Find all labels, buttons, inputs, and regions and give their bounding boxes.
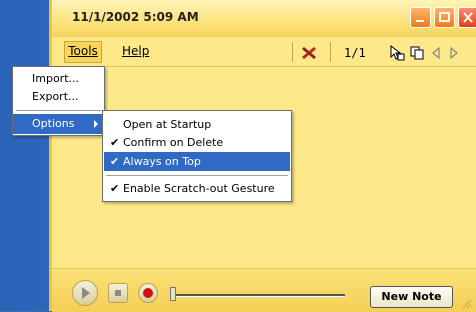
- record-button[interactable]: [138, 283, 158, 303]
- menu-help[interactable]: Help: [122, 44, 149, 58]
- checkmark-icon: ✔: [110, 155, 120, 168]
- menu-item-import[interactable]: Import...: [13, 69, 104, 89]
- option-label: Enable Scratch-out Gesture: [123, 182, 275, 195]
- tools-menu: Import... Export... Options: [12, 66, 105, 136]
- menu-separator: [16, 110, 101, 111]
- toolbar-separator: [330, 42, 331, 62]
- copy-icon[interactable]: [409, 45, 425, 61]
- option-label: Confirm on Delete: [123, 136, 224, 149]
- page-count: 1/1: [344, 46, 366, 60]
- option-enable-scratch-out[interactable]: ✔ Enable Scratch-out Gesture: [104, 179, 290, 198]
- menu-bar: Tools Help 1/1: [52, 37, 476, 67]
- submenu-arrow-icon: [94, 120, 98, 128]
- option-confirm-on-delete[interactable]: ✔ Confirm on Delete: [104, 133, 290, 152]
- next-icon[interactable]: [448, 46, 460, 60]
- stop-icon: [115, 290, 121, 296]
- window-title: 11/1/2002 5:09 AM: [72, 10, 199, 24]
- checkmark-icon: ✔: [110, 136, 120, 149]
- position-slider-track[interactable]: [175, 294, 345, 297]
- option-label: Always on Top: [123, 155, 201, 168]
- delete-icon[interactable]: [300, 45, 318, 61]
- play-icon: [82, 287, 90, 299]
- new-note-button[interactable]: New Note: [370, 286, 453, 308]
- checkmark-icon: ✔: [110, 182, 120, 195]
- minimize-button[interactable]: [410, 7, 431, 28]
- stop-button[interactable]: [108, 283, 128, 303]
- toolbar-separator: [292, 42, 293, 62]
- title-bar: 11/1/2002 5:09 AM: [52, 0, 476, 38]
- resize-grip-icon[interactable]: [462, 299, 472, 309]
- menu-tools[interactable]: Tools: [64, 41, 102, 63]
- record-icon: [143, 288, 153, 298]
- menu-item-export[interactable]: Export...: [13, 87, 104, 107]
- options-submenu: Open at Startup ✔ Confirm on Delete ✔ Al…: [102, 110, 292, 202]
- position-slider-thumb[interactable]: [170, 287, 176, 301]
- prev-icon[interactable]: [430, 46, 442, 60]
- menu-item-options-label: Options: [32, 117, 75, 130]
- playback-bar: New Note: [52, 268, 476, 312]
- option-label: Open at Startup: [123, 118, 212, 131]
- menu-separator: [106, 175, 288, 176]
- menu-item-options[interactable]: Options: [13, 114, 104, 134]
- close-button[interactable]: [458, 7, 476, 28]
- play-button[interactable]: [72, 280, 98, 306]
- option-always-on-top[interactable]: ✔ Always on Top: [104, 152, 290, 171]
- maximize-button[interactable]: [434, 7, 455, 28]
- cursor-copy-icon[interactable]: [388, 45, 406, 61]
- menu-tools-label: Tools: [68, 44, 98, 58]
- option-open-at-startup[interactable]: Open at Startup: [104, 115, 290, 134]
